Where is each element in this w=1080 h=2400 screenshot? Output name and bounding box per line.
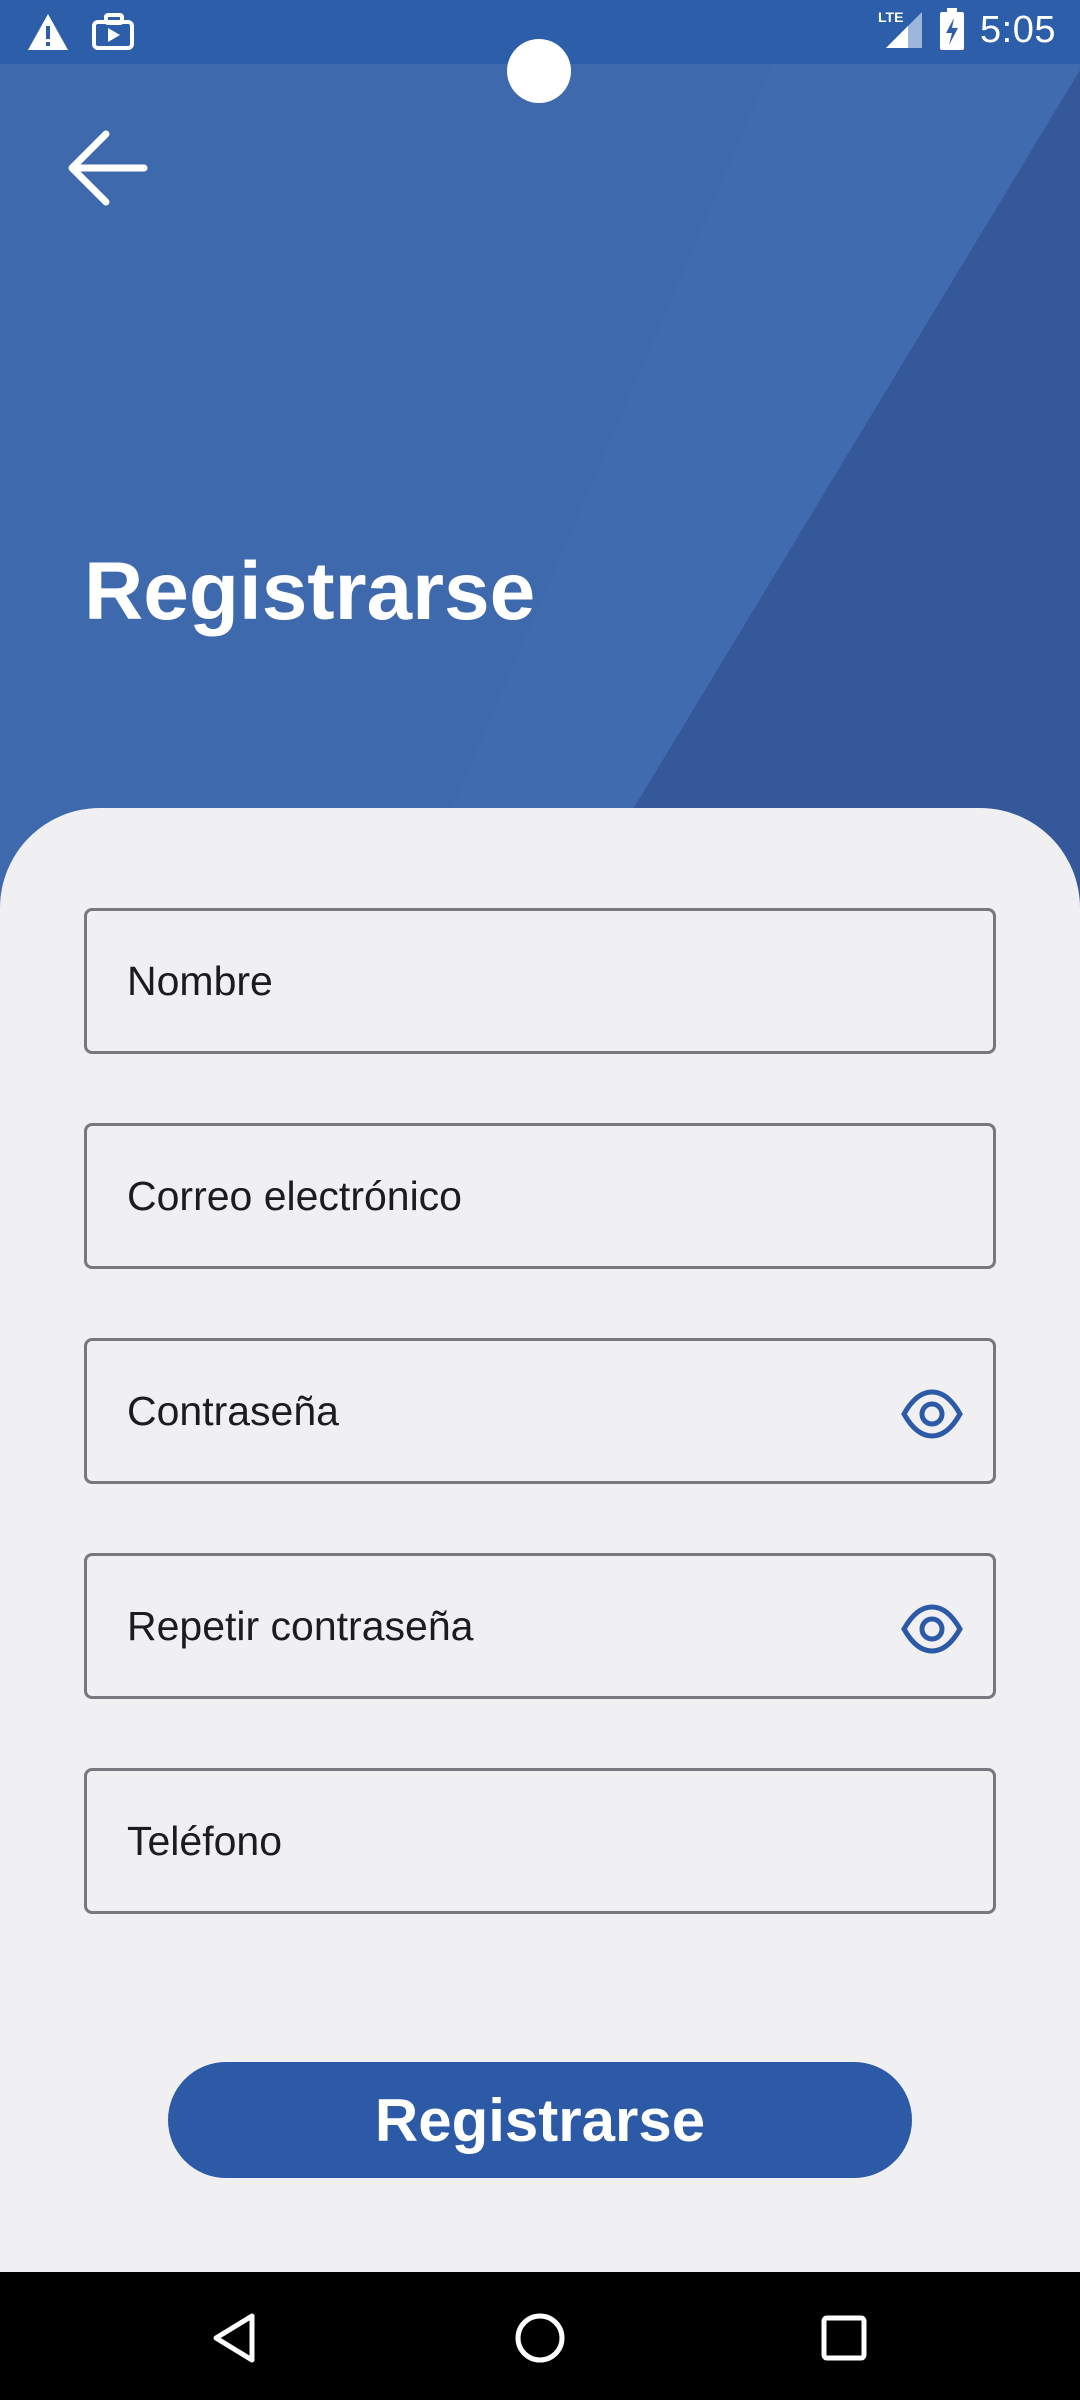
email-field[interactable] [84,1123,996,1269]
password-input[interactable] [87,1341,993,1481]
battery-charging-icon [940,8,965,50]
register-button[interactable]: Registrarse [168,2062,912,2178]
name-field[interactable] [84,908,996,1054]
repeat-password-input[interactable] [87,1556,993,1696]
home-circle-icon[interactable] [510,2308,570,2368]
briefcase-play-icon [92,13,134,50]
eye-icon[interactable] [901,1599,963,1659]
signal-icon: LTE [878,9,923,48]
page-title: Registrarse [84,546,536,637]
back-triangle-icon[interactable] [206,2308,266,2368]
email-input[interactable] [87,1126,993,1266]
recents-square-icon[interactable] [814,2308,874,2368]
eye-icon[interactable] [901,1384,963,1444]
header-banner: Registrarse [0,0,1080,930]
phone-field[interactable] [84,1768,996,1914]
name-input[interactable] [87,911,993,1051]
signup-screen: Registrarse LTE 5:05 Nombre Correo elect… [0,0,1080,2400]
warning-icon [28,14,68,50]
password-field[interactable] [84,1338,996,1484]
status-time: 5:05 [980,8,1056,51]
back-button[interactable] [62,128,152,208]
camera-cutout [507,39,571,103]
phone-input[interactable] [87,1771,993,1911]
banner-decoration [400,0,1080,930]
repeat-password-field[interactable] [84,1553,996,1699]
navigation-bar [0,2272,1080,2400]
arrow-back-icon [68,130,148,206]
svg-text:LTE: LTE [878,9,903,25]
